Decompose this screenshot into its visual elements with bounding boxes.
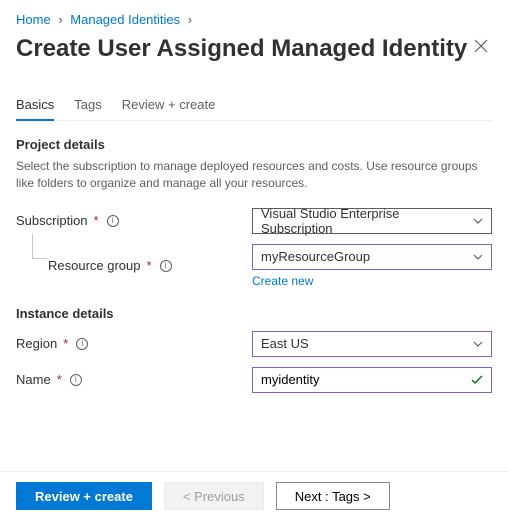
next-button[interactable]: Next : Tags > (276, 482, 390, 510)
resource-group-select[interactable]: myResourceGroup (252, 244, 492, 270)
resource-group-value: myResourceGroup (261, 249, 370, 264)
breadcrumb-home[interactable]: Home (16, 12, 51, 27)
tabs: Basics Tags Review + create (16, 91, 492, 121)
required-marker: * (147, 258, 152, 273)
review-create-button[interactable]: Review + create (16, 482, 152, 510)
subscription-select[interactable]: Visual Studio Enterprise Subscription (252, 208, 492, 234)
breadcrumb: Home › Managed Identities › (16, 12, 492, 27)
name-label: Name (16, 372, 51, 387)
region-value: East US (261, 336, 309, 351)
tab-tags[interactable]: Tags (74, 91, 101, 120)
footer: Review + create < Previous Next : Tags > (0, 471, 508, 520)
info-icon[interactable]: i (160, 260, 172, 272)
tab-review-create[interactable]: Review + create (122, 91, 216, 120)
previous-button: < Previous (164, 482, 264, 510)
tab-basics[interactable]: Basics (16, 91, 54, 120)
name-input-wrapper (252, 367, 492, 393)
subscription-value: Visual Studio Enterprise Subscription (261, 206, 467, 236)
close-icon[interactable] (470, 35, 492, 57)
breadcrumb-managed-identities[interactable]: Managed Identities (70, 12, 180, 27)
region-label: Region (16, 336, 57, 351)
chevron-down-icon (473, 218, 483, 224)
chevron-down-icon (473, 341, 483, 347)
subscription-label: Subscription (16, 213, 88, 228)
resource-group-label: Resource group (48, 258, 141, 273)
required-marker: * (94, 213, 99, 228)
create-new-link[interactable]: Create new (252, 274, 313, 288)
info-icon[interactable]: i (76, 338, 88, 350)
chevron-down-icon (473, 254, 483, 260)
info-icon[interactable]: i (70, 374, 82, 386)
page-title: Create User Assigned Managed Identity (16, 35, 467, 63)
name-input[interactable] (261, 372, 467, 387)
chevron-right-icon: › (188, 12, 192, 27)
required-marker: * (63, 336, 68, 351)
project-details-description: Select the subscription to manage deploy… (16, 158, 492, 192)
region-select[interactable]: East US (252, 331, 492, 357)
chevron-right-icon: › (58, 12, 62, 27)
required-marker: * (57, 372, 62, 387)
info-icon[interactable]: i (107, 215, 119, 227)
check-icon (471, 375, 483, 385)
project-details-heading: Project details (16, 137, 492, 152)
instance-details-heading: Instance details (16, 306, 492, 321)
